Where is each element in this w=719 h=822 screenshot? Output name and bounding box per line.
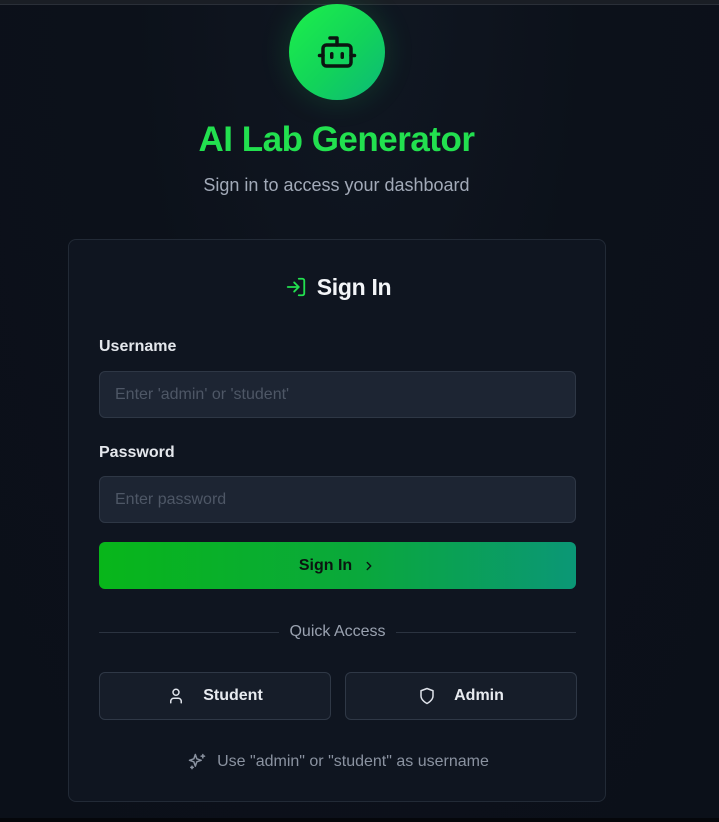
student-button-label: Student — [203, 687, 263, 704]
quick-access-student-button[interactable]: Student — [99, 672, 331, 720]
hint-text: Use "admin" or "student" as username — [217, 753, 489, 770]
chevron-right-icon — [366, 561, 372, 570]
user-icon — [170, 688, 183, 704]
window-bottom-border — [0, 818, 719, 822]
username-label: Username — [99, 338, 177, 355]
log-in-icon — [286, 277, 305, 297]
app-title: AI Lab Generator — [198, 120, 475, 159]
window-top-border — [0, 0, 719, 5]
app-subtitle: Sign in to access your dashboard — [203, 175, 470, 195]
robot-icon — [317, 36, 357, 68]
quick-access-label: Quick Access — [289, 623, 386, 640]
divider-line-right — [395, 631, 576, 633]
login-card: Sign In Username Password Sign In Quick … — [68, 239, 606, 802]
admin-button-label: Admin — [454, 687, 504, 704]
username-hint: Use "admin" or "student" as username — [69, 751, 607, 773]
card-title: Sign In — [316, 273, 392, 300]
sign-in-button[interactable]: Sign In — [99, 542, 576, 589]
username-input[interactable] — [99, 371, 576, 418]
card-header: Sign In — [69, 272, 607, 302]
quick-access-divider: Quick Access — [99, 622, 576, 642]
sparkles-icon — [188, 753, 206, 770]
shield-icon — [420, 687, 434, 705]
password-input[interactable] — [99, 476, 576, 523]
sign-in-button-label: Sign In — [298, 556, 353, 574]
quick-access-admin-button[interactable]: Admin — [345, 672, 577, 720]
app-logo — [289, 4, 385, 100]
password-label: Password — [99, 444, 175, 461]
divider-line-left — [99, 631, 280, 633]
